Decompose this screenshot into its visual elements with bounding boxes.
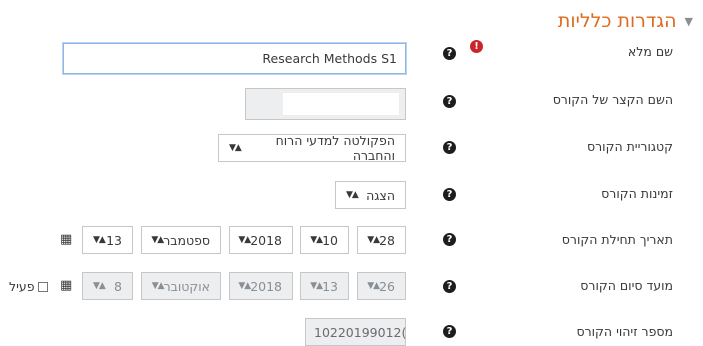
enable-checkbox[interactable] xyxy=(37,281,48,292)
enddate-hour-select[interactable]: 13 ▲▼ xyxy=(300,272,349,300)
startdate-year: 2018 xyxy=(250,232,282,248)
help-icon[interactable]: ? xyxy=(443,47,456,60)
startdate-minute: 13 xyxy=(106,232,122,248)
startdate-minute-select[interactable]: 13 ▲▼ xyxy=(82,226,133,254)
calendar-icon[interactable]: ▦ xyxy=(60,278,72,293)
select-arrows-icon: ▲▼ xyxy=(93,281,106,291)
shortname-label: השם הקצר של הקורס xyxy=(552,92,673,107)
enddate-enable[interactable]: פעיל xyxy=(9,279,48,294)
startdate-day-select[interactable]: 28 ▲▼ xyxy=(357,226,406,254)
idnumber-value: 10220199012( xyxy=(314,324,407,340)
select-arrows-icon: ▲▼ xyxy=(367,281,380,291)
enddate-month-select[interactable]: אוקטובר ▲▼ xyxy=(141,272,221,300)
section-title: הגדרות כלליות xyxy=(557,10,677,32)
startdate-year-select[interactable]: 2018 ▲▼ xyxy=(229,226,293,254)
enddate-year-select[interactable]: 2018 ▲▼ xyxy=(229,272,293,300)
select-arrows-icon: ▲▼ xyxy=(93,235,106,245)
startdate-label: תאריך תחילת הקורס xyxy=(561,232,673,247)
enddate-day: 26 xyxy=(379,278,395,294)
section-header[interactable]: ▼ הגדרות כלליות xyxy=(558,6,693,36)
enddate-day-select[interactable]: 26 ▲▼ xyxy=(357,272,406,300)
calendar-icon[interactable]: ▦ xyxy=(60,232,72,247)
fullname-input[interactable]: Research Methods S1 xyxy=(63,43,406,74)
help-icon[interactable]: ? xyxy=(443,95,456,108)
startdate-hour: 10 xyxy=(322,232,338,248)
idnumber-input[interactable]: 10220199012( xyxy=(305,318,406,346)
caret-down-icon[interactable]: ▼ xyxy=(685,15,693,28)
visibility-value: הצגה xyxy=(366,187,395,203)
idnumber-label: מספר זיהוי הקורס xyxy=(576,324,673,339)
category-value: הפקולטה למדעי הרוח והחברה xyxy=(275,133,395,163)
select-arrows-icon: ▲▼ xyxy=(238,281,251,291)
startdate-month: ספטמבר xyxy=(163,232,210,248)
shortname-value-box xyxy=(283,93,399,115)
shortname-input[interactable] xyxy=(245,88,406,120)
required-icon: ! xyxy=(470,40,483,53)
select-arrows-icon: ▲▼ xyxy=(238,235,251,245)
help-icon[interactable]: ? xyxy=(443,233,456,246)
select-arrows-icon: ▲▼ xyxy=(346,190,359,200)
select-arrows-icon: ▲▼ xyxy=(310,235,323,245)
enddate-minute: 8 xyxy=(114,278,122,294)
help-icon[interactable]: ? xyxy=(443,141,456,154)
fullname-label: שם מלא xyxy=(627,44,673,59)
category-label: קטגוריית הקורס xyxy=(587,139,673,154)
help-icon[interactable]: ? xyxy=(443,325,456,338)
startdate-month-select[interactable]: ספטמבר ▲▼ xyxy=(141,226,221,254)
fullname-value: Research Methods S1 xyxy=(262,51,397,66)
enddate-year: 2018 xyxy=(250,278,282,294)
help-icon[interactable]: ? xyxy=(443,188,456,201)
select-arrows-icon: ▲▼ xyxy=(151,281,165,291)
enddate-label: מועד סיום הקורס xyxy=(580,278,673,293)
help-icon[interactable]: ? xyxy=(443,280,456,293)
select-arrows-icon: ▲▼ xyxy=(229,143,242,153)
enable-label: פעיל xyxy=(9,279,35,294)
enddate-minute-select[interactable]: 8 ▲▼ xyxy=(82,272,133,300)
enddate-hour: 13 xyxy=(322,278,338,294)
startdate-day: 28 xyxy=(379,232,395,248)
visibility-label: זמינות הקורס xyxy=(601,186,673,201)
select-arrows-icon: ▲▼ xyxy=(367,235,380,245)
select-arrows-icon: ▲▼ xyxy=(151,235,164,245)
visibility-select[interactable]: הצגה ▲▼ xyxy=(335,181,406,209)
select-arrows-icon: ▲▼ xyxy=(310,281,323,291)
enddate-month: אוקטובר xyxy=(163,278,210,294)
startdate-hour-select[interactable]: 10 ▲▼ xyxy=(300,226,349,254)
category-select[interactable]: הפקולטה למדעי הרוח והחברה ▲▼ xyxy=(218,133,406,163)
